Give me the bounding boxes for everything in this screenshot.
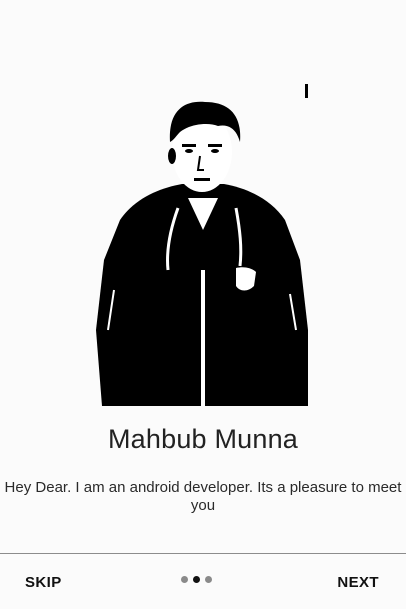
page-dot-2-active[interactable] [193, 576, 200, 583]
profile-bio: Hey Dear. I am an android developer. Its… [4, 479, 402, 514]
profile-portrait-image [90, 80, 316, 408]
profile-name: Mahbub Munna [107, 424, 299, 454]
bottom-navigation-bar: SKIP NEXT [0, 554, 406, 609]
page-indicator [181, 576, 212, 583]
page-dot-1[interactable] [181, 576, 188, 583]
intro-slide-screen: Mahbub Munna Hey Dear. I am an android d… [0, 0, 406, 609]
next-button[interactable]: NEXT [337, 574, 379, 591]
page-dot-3[interactable] [205, 576, 212, 583]
skip-button[interactable]: SKIP [25, 574, 62, 591]
